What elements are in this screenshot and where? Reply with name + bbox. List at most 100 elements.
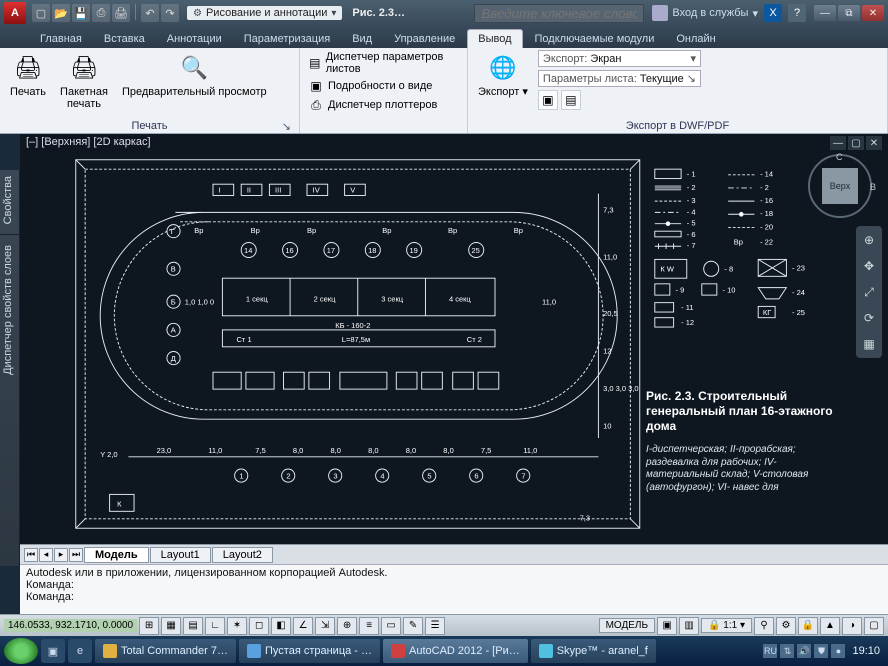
view-cube[interactable]: Верх С B xyxy=(808,154,872,218)
tab-output[interactable]: Вывод xyxy=(467,29,522,48)
status-anno-scale[interactable]: 🔒 1:1 ▾ xyxy=(701,618,752,633)
tab-nav-prev-icon[interactable]: ◂ xyxy=(39,548,53,562)
status-hardware-icon[interactable]: ▲ xyxy=(820,617,840,635)
showmotion-icon[interactable]: ▦ xyxy=(856,333,882,355)
panel-title-print[interactable]: Печать↘ xyxy=(6,119,293,133)
tab-plugins[interactable]: Подключаемые модули xyxy=(525,30,665,48)
sign-in-services[interactable]: Вход в службы▾ xyxy=(652,5,758,21)
status-sc-icon[interactable]: ☰ xyxy=(425,617,445,635)
status-ducs-icon[interactable]: ⇲ xyxy=(315,617,335,635)
maximize-button[interactable]: ⧉ xyxy=(838,5,860,21)
steering-wheel-icon[interactable]: ⊕ xyxy=(856,229,882,251)
taskbar-item[interactable]: Пустая страница - … xyxy=(239,639,380,663)
tab-insert[interactable]: Вставка xyxy=(94,30,155,48)
zoom-extents-icon[interactable]: ⤢ xyxy=(856,281,882,303)
exchange-apps-icon[interactable]: X xyxy=(764,4,782,22)
status-3dosnap-icon[interactable]: ◧ xyxy=(271,617,291,635)
export-target-dropdown[interactable]: Экспорт: Экран▾ xyxy=(538,50,701,67)
plotter-manager-button[interactable]: ⎙Диспетчер плоттеров xyxy=(306,96,461,114)
tab-nav-last-icon[interactable]: ⏭ xyxy=(69,548,83,562)
export-pdf-icon[interactable]: ▤ xyxy=(561,90,581,110)
qat-plot-icon[interactable]: 🖨 xyxy=(112,4,130,22)
tab-online[interactable]: Онлайн xyxy=(666,30,725,48)
qat-new-icon[interactable]: ▢ xyxy=(32,4,50,22)
qat-open-icon[interactable]: 📂 xyxy=(52,4,70,22)
page-setup-manager-button[interactable]: ▤Диспетчер параметров листов xyxy=(306,50,461,76)
start-button[interactable] xyxy=(4,638,38,664)
taskbar-item[interactable]: Skype™ - aranel_f xyxy=(531,639,656,663)
taskbar-item[interactable]: Total Commander 7… xyxy=(95,639,236,663)
tab-parametric[interactable]: Параметризация xyxy=(234,30,340,48)
tray-shield-icon[interactable]: ⛊ xyxy=(814,644,828,658)
close-button[interactable]: ✕ xyxy=(862,5,884,21)
system-tray[interactable]: RU ⇅ 🔊 ⛊ ● xyxy=(763,644,845,658)
status-otrack-icon[interactable]: ∠ xyxy=(293,617,313,635)
viewport-max-icon[interactable]: ▢ xyxy=(848,136,864,150)
qat-redo-icon[interactable]: ↷ xyxy=(161,4,179,22)
workspace-dropdown[interactable]: ⚙ Рисование и аннотации ▾ xyxy=(187,6,342,20)
tray-volume-icon[interactable]: 🔊 xyxy=(797,644,811,658)
help-icon[interactable]: ? xyxy=(788,4,806,22)
status-ortho-icon[interactable]: ∟ xyxy=(205,617,225,635)
tab-model[interactable]: Модель xyxy=(84,547,149,563)
export-dwf-icon[interactable]: ▣ xyxy=(538,90,558,110)
quicklaunch-ie-icon[interactable]: e xyxy=(68,639,92,663)
palette-layer-properties[interactable]: Диспетчер свойств слоев xyxy=(0,239,16,381)
viewport-label[interactable]: [–] [Верхняя] [2D каркас] xyxy=(26,136,151,148)
tab-view[interactable]: Вид xyxy=(342,30,382,48)
help-search-input[interactable] xyxy=(474,4,644,23)
status-dyn-icon[interactable]: ⊕ xyxy=(337,617,357,635)
viewport-min-icon[interactable]: — xyxy=(830,136,846,150)
svg-text:- 3: - 3 xyxy=(687,196,696,205)
status-grid-icon[interactable]: ▤ xyxy=(183,617,203,635)
status-space-toggle[interactable]: МОДЕЛЬ xyxy=(599,618,655,633)
print-button[interactable]: 🖨 Печать xyxy=(6,50,50,100)
coordinates-readout[interactable]: 146.0533, 932.1710, 0.0000 xyxy=(4,619,137,632)
quicklaunch-explorer-icon[interactable]: ▣ xyxy=(41,639,65,663)
status-osnap-icon[interactable]: ◻ xyxy=(249,617,269,635)
palette-properties[interactable]: Свойства xyxy=(0,170,16,230)
batch-print-button[interactable]: 🖨 Пакетная печать xyxy=(56,50,112,112)
status-ws-icon[interactable]: ⚙ xyxy=(776,617,796,635)
status-tpy-icon[interactable]: ▭ xyxy=(381,617,401,635)
tray-network-icon[interactable]: ⇅ xyxy=(780,644,794,658)
minimize-button[interactable]: — xyxy=(814,5,836,21)
taskbar-item[interactable]: AutoCAD 2012 - [Ри… xyxy=(383,639,528,663)
app-menu-button[interactable]: A xyxy=(4,2,26,24)
tab-nav-first-icon[interactable]: ⏮ xyxy=(24,548,38,562)
drawing-viewport[interactable]: [–] [Верхняя] [2D каркас] — ▢ ✕ Верх С B… xyxy=(20,134,888,544)
status-isolate-icon[interactable]: ◑ xyxy=(842,617,862,635)
qat-undo-icon[interactable]: ↶ xyxy=(141,4,159,22)
print-preview-button[interactable]: 🔍 Предварительный просмотр xyxy=(118,50,271,100)
panel-title-export[interactable]: Экспорт в DWF/PDF xyxy=(474,119,881,133)
tab-manage[interactable]: Управление xyxy=(384,30,465,48)
tab-nav-next-icon[interactable]: ▸ xyxy=(54,548,68,562)
command-input[interactable] xyxy=(77,591,882,603)
view-details-button[interactable]: ▣Подробности о виде xyxy=(306,77,461,95)
viewport-close-icon[interactable]: ✕ xyxy=(866,136,882,150)
export-button[interactable]: 🌐 Экспорт ▾ xyxy=(474,50,532,100)
status-lock-icon[interactable]: 🔒 xyxy=(798,617,818,635)
tab-home[interactable]: Главная xyxy=(30,30,92,48)
tab-layout2[interactable]: Layout2 xyxy=(212,547,273,563)
status-clean-icon[interactable]: ▢ xyxy=(864,617,884,635)
pan-icon[interactable]: ✥ xyxy=(856,255,882,277)
tray-app-icon[interactable]: ● xyxy=(831,644,845,658)
qat-saveas-icon[interactable]: ⎙ xyxy=(92,4,110,22)
command-line[interactable]: Autodesk или в приложении, лицензированн… xyxy=(20,564,888,614)
status-polar-icon[interactable]: ✶ xyxy=(227,617,247,635)
status-qp-icon[interactable]: ✎ xyxy=(403,617,423,635)
taskbar-clock[interactable]: 19:10 xyxy=(848,645,884,657)
status-annovis-icon[interactable]: ⚲ xyxy=(754,617,774,635)
status-quickview-icon[interactable]: ▥ xyxy=(679,617,699,635)
tab-layout1[interactable]: Layout1 xyxy=(150,547,211,563)
sheet-params-dropdown[interactable]: Параметры листа: Текущие↘ xyxy=(538,70,701,87)
status-infer-icon[interactable]: ⊞ xyxy=(139,617,159,635)
status-lwt-icon[interactable]: ≡ xyxy=(359,617,379,635)
tab-annotate[interactable]: Аннотации xyxy=(157,30,232,48)
status-snap-icon[interactable]: ▦ xyxy=(161,617,181,635)
status-layout-icon[interactable]: ▣ xyxy=(657,617,677,635)
orbit-icon[interactable]: ⟳ xyxy=(856,307,882,329)
qat-save-icon[interactable]: 💾 xyxy=(72,4,90,22)
tray-lang-icon[interactable]: RU xyxy=(763,644,777,658)
